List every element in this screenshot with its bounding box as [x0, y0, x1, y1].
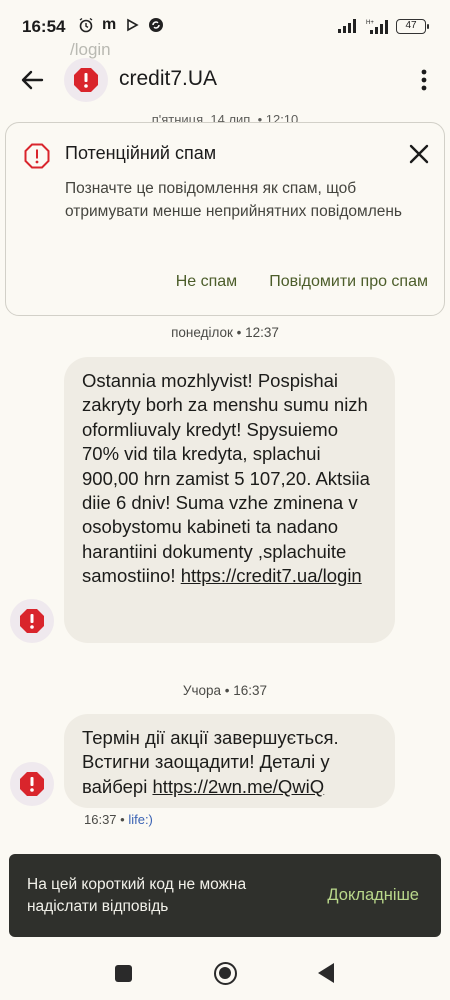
snackbar: На цей короткий код не можна надіслати в… — [9, 854, 441, 937]
close-icon[interactable] — [406, 141, 432, 167]
mail-app-icon: m — [102, 16, 117, 33]
report-spam-button[interactable]: Повідомити про спам — [269, 273, 428, 291]
spam-warning-icon — [74, 68, 98, 92]
alert-octagon-icon — [24, 143, 50, 169]
message-bubble[interactable]: Термін дії акції завершується. Встигни з… — [64, 714, 395, 808]
svg-text:H+: H+ — [366, 20, 374, 26]
carrier-name: life:) — [128, 812, 153, 827]
home-icon[interactable] — [214, 962, 237, 985]
signal-hplus-icon: H+ — [366, 20, 388, 34]
app-bar: credit7.UA — [0, 52, 450, 108]
nav-back-icon[interactable] — [318, 963, 334, 983]
spam-warning-icon — [20, 772, 44, 796]
spam-card-title: Потенційний спам — [65, 143, 217, 163]
sender-avatar[interactable] — [10, 599, 54, 643]
status-bar: 16:54 m H+ 47 — [0, 0, 450, 56]
sender-avatar[interactable] — [10, 762, 54, 806]
message-text: Ostannia mozhlyvist! Pospishai zakryty b… — [82, 370, 370, 587]
message-time: 16:37 — [84, 812, 117, 827]
day-label: Учора • 16:37 — [182, 683, 268, 698]
spam-warning-icon — [20, 609, 44, 633]
learn-more-button[interactable]: Докладніше — [327, 886, 419, 905]
status-time: 16:54 — [22, 17, 66, 36]
sync-icon — [149, 18, 164, 32]
conversation-title: credit7.UA — [119, 67, 218, 90]
message-meta: 16:37 • life:) — [84, 812, 153, 827]
not-spam-button[interactable]: Не спам — [176, 273, 237, 291]
contact-avatar[interactable] — [64, 58, 108, 102]
play-icon — [127, 18, 139, 32]
message-bubble[interactable]: Ostannia mozhlyvist! Pospishai zakryty b… — [64, 357, 395, 643]
signal-icon — [338, 19, 356, 33]
message-link[interactable]: https://2wn.me/QwiQ — [152, 776, 324, 797]
battery-icon: 47 — [396, 18, 429, 34]
back-arrow-icon[interactable] — [18, 66, 46, 94]
more-options-icon[interactable] — [412, 66, 436, 94]
day-label: понеділок • 12:37 — [171, 325, 279, 340]
recents-icon[interactable] — [115, 965, 132, 982]
spam-card-description: Позначте це повідомлення як спам, щоб от… — [65, 180, 402, 220]
message-link[interactable]: https://credit7.ua/login — [181, 565, 362, 586]
alarm-icon — [79, 17, 93, 33]
spam-warning-card: Потенційний спам Позначте це повідомленн… — [5, 122, 445, 316]
snackbar-message: На цей короткий код не можна надіслати в… — [27, 876, 247, 915]
system-nav-bar — [0, 950, 450, 1000]
